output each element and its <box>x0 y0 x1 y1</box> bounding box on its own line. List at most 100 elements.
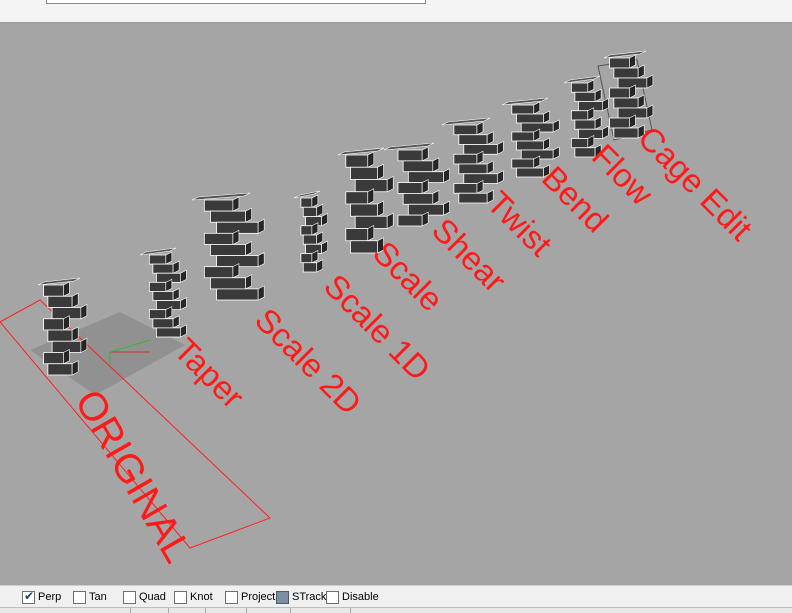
block-face <box>216 288 259 301</box>
block-side <box>432 189 440 205</box>
block-side <box>180 269 187 283</box>
block-face <box>516 167 544 178</box>
quad-checkbox[interactable] <box>123 590 136 604</box>
block-face <box>47 329 73 342</box>
block-face <box>305 243 323 254</box>
block-side <box>63 281 70 297</box>
block-face <box>302 262 318 273</box>
status-divider <box>350 608 351 613</box>
block-face <box>47 295 73 308</box>
block-side <box>497 141 504 155</box>
block-face <box>210 244 246 256</box>
object-scale-1d[interactable] <box>293 190 328 273</box>
block-face <box>47 363 73 376</box>
block-face <box>305 216 323 227</box>
block-top <box>37 277 81 286</box>
block-side <box>497 170 504 184</box>
block-side <box>421 146 429 162</box>
block-face <box>609 57 630 69</box>
block-face <box>570 82 589 93</box>
block-side <box>587 79 595 93</box>
object-scale-2d[interactable] <box>191 192 265 301</box>
block-face <box>570 110 589 121</box>
snap-knot[interactable]: Knot <box>174 589 213 605</box>
object-cage-edit[interactable] <box>603 50 654 139</box>
object-scale[interactable] <box>337 147 394 254</box>
viewport-canvas[interactable]: ORIGINAL Taper Scale 2D Scale 1D Scale S… <box>0 23 792 585</box>
block-side <box>377 163 384 180</box>
block-face <box>397 214 423 227</box>
block-side <box>71 292 79 308</box>
block-face <box>210 277 246 290</box>
snap-perp[interactable]: Perp <box>22 589 61 605</box>
block-side <box>257 218 265 234</box>
block-side <box>367 151 375 168</box>
block-side <box>629 54 636 69</box>
object-twist[interactable] <box>441 117 504 204</box>
block-face <box>574 91 596 102</box>
block-side <box>386 212 394 229</box>
knot-checkbox[interactable] <box>174 590 187 604</box>
snap-tan[interactable]: Tan <box>73 589 107 605</box>
block-side <box>180 324 187 338</box>
block-face <box>203 199 234 212</box>
block-face <box>458 192 488 204</box>
project-checkbox[interactable] <box>225 590 238 604</box>
snap-label: Project <box>241 591 276 603</box>
block-face <box>511 104 535 115</box>
block-face <box>345 191 369 205</box>
block-face <box>302 206 318 217</box>
block-side <box>180 297 187 311</box>
block-face <box>300 253 313 264</box>
block-side <box>165 251 173 265</box>
block-face <box>516 140 544 151</box>
block-face <box>458 163 488 175</box>
strack-checkbox[interactable] <box>276 590 289 604</box>
block-side <box>552 146 560 160</box>
object-bend[interactable] <box>501 97 560 178</box>
block-face <box>453 183 478 194</box>
block-face <box>397 149 423 162</box>
block-face <box>609 87 630 99</box>
block-face <box>516 113 544 124</box>
block-face <box>511 158 535 169</box>
snap-label: Knot <box>190 591 213 603</box>
block-face <box>152 263 174 274</box>
perp-checkbox[interactable] <box>22 589 35 604</box>
block-side <box>594 116 602 130</box>
disable-checkbox[interactable] <box>326 590 339 604</box>
snap-quad[interactable]: Quad <box>123 589 166 605</box>
block-side <box>543 110 550 124</box>
block-face <box>300 225 313 236</box>
block-side <box>321 213 328 227</box>
block-face <box>203 266 234 279</box>
snap-project[interactable]: Project <box>225 589 275 605</box>
block-face <box>43 318 64 331</box>
block-face <box>511 131 535 142</box>
snap-label: Tan <box>89 591 107 603</box>
block-side <box>646 104 654 119</box>
object-taper[interactable] <box>139 247 187 338</box>
block-side <box>486 160 494 175</box>
block-side <box>172 315 180 329</box>
block-face <box>203 232 234 245</box>
block-side <box>646 74 654 89</box>
block-side <box>552 119 560 133</box>
block-face <box>609 117 630 129</box>
perspective-viewport[interactable]: ORIGINAL Taper Scale 2D Scale 1D Scale S… <box>0 23 792 585</box>
block-face <box>148 281 167 292</box>
object-shear[interactable] <box>383 142 450 227</box>
block-side <box>432 157 440 173</box>
tan-checkbox[interactable] <box>73 590 86 604</box>
block-top <box>191 192 251 201</box>
block-side <box>386 176 394 193</box>
snap-disable[interactable]: Disable <box>326 589 379 605</box>
object-flow[interactable] <box>563 75 609 158</box>
block-side <box>637 94 645 109</box>
block-face <box>148 254 167 265</box>
snap-strack[interactable]: STrack <box>276 589 326 605</box>
block-face <box>148 309 167 320</box>
snap-label: Quad <box>139 591 166 603</box>
block-side <box>367 188 375 205</box>
command-input[interactable] <box>46 0 426 4</box>
